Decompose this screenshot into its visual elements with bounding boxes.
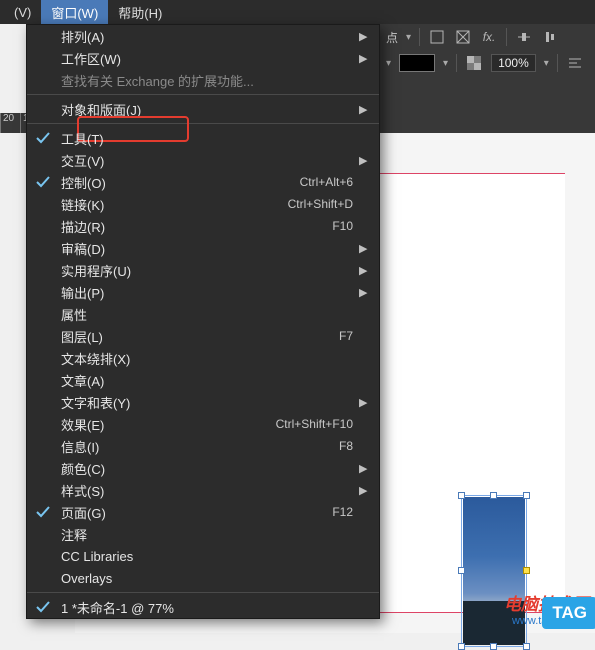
menu-label: Overlays <box>61 571 359 586</box>
menu-item[interactable]: 工作区(W)▶ <box>27 47 379 69</box>
menu-shortcut: F7 <box>339 329 353 343</box>
window-menu-dropdown: 排列(A)▶工作区(W)▶查找有关 Exchange 的扩展功能...对象和版面… <box>26 24 380 619</box>
options-bar: 点 ▾ fx. ▾ ▾ 100% ▾ <box>380 24 595 114</box>
menu-label: 信息(I) <box>61 437 339 456</box>
menu-label: 文字和表(Y) <box>61 393 359 412</box>
submenu-arrow-icon: ▶ <box>359 484 367 497</box>
menu-shortcut: F10 <box>332 219 353 233</box>
menu-label: 查找有关 Exchange 的扩展功能... <box>61 71 359 90</box>
submenu-arrow-icon: ▶ <box>359 242 367 255</box>
menu-separator <box>27 592 379 593</box>
chevron-down-icon[interactable]: ▾ <box>386 58 391 69</box>
menu-shortcut: Ctrl+Shift+D <box>288 197 353 211</box>
menu-separator <box>27 94 379 95</box>
h-distribute-icon[interactable] <box>515 28 533 46</box>
menu-shortcut: Ctrl+Alt+6 <box>300 175 353 189</box>
menu-help[interactable]: 帮助(H) <box>108 0 172 25</box>
menu-item[interactable]: 控制(O)Ctrl+Alt+6 <box>27 171 379 193</box>
menu-item[interactable]: 链接(K)Ctrl+Shift+D <box>27 193 379 215</box>
menu-item[interactable]: 样式(S)▶ <box>27 479 379 501</box>
menu-separator <box>27 123 379 124</box>
submenu-arrow-icon: ▶ <box>359 103 367 116</box>
menu-label: 实用程序(U) <box>61 261 359 280</box>
menu-label: 页面(G) <box>61 503 332 522</box>
menu-label: 交互(V) <box>61 151 359 170</box>
frame-tool-icon[interactable] <box>454 28 472 46</box>
menu-item[interactable]: 文字和表(Y)▶ <box>27 391 379 413</box>
chevron-down-icon[interactable]: ▾ <box>406 32 411 43</box>
menu-item[interactable]: 图层(L)F7 <box>27 325 379 347</box>
submenu-arrow-icon: ▶ <box>359 286 367 299</box>
menu-item[interactable]: 输出(P)▶ <box>27 281 379 303</box>
menu-item[interactable]: 1 *未命名-1 @ 77% <box>27 596 379 618</box>
submenu-arrow-icon: ▶ <box>359 396 367 409</box>
menu-label: 控制(O) <box>61 173 300 192</box>
check-icon <box>35 174 51 190</box>
rect-tool-icon[interactable] <box>428 28 446 46</box>
menu-label: 对象和版面(J) <box>61 100 359 119</box>
chevron-down-icon[interactable]: ▾ <box>443 58 448 69</box>
menu-label: 文章(A) <box>61 371 359 390</box>
menu-label: 排列(A) <box>61 27 359 46</box>
watermark-tag: TAG <box>542 597 595 629</box>
check-icon <box>35 130 51 146</box>
submenu-arrow-icon: ▶ <box>359 52 367 65</box>
menu-item[interactable]: 交互(V)▶ <box>27 149 379 171</box>
menu-label: 链接(K) <box>61 195 288 214</box>
menu-label: 描边(R) <box>61 217 332 236</box>
fx-icon[interactable]: fx. <box>480 28 498 46</box>
align-icon[interactable] <box>541 28 559 46</box>
menu-item[interactable]: 对象和版面(J)▶ <box>27 98 379 120</box>
check-icon <box>35 599 51 615</box>
chevron-down-icon[interactable]: ▾ <box>544 58 549 69</box>
main-menubar: (V) 窗口(W) 帮助(H) <box>0 0 595 24</box>
menu-item[interactable]: 属性 <box>27 303 379 325</box>
menu-item[interactable]: 描边(R)F10 <box>27 215 379 237</box>
menu-shortcut: Ctrl+Shift+F10 <box>276 417 353 431</box>
menu-label: 注释 <box>61 525 359 544</box>
menu-item[interactable]: 信息(I)F8 <box>27 435 379 457</box>
opacity-grid-icon[interactable] <box>465 54 483 72</box>
menu-item[interactable]: 文章(A) <box>27 369 379 391</box>
submenu-arrow-icon: ▶ <box>359 30 367 43</box>
submenu-arrow-icon: ▶ <box>359 264 367 277</box>
menu-label: 1 *未命名-1 @ 77% <box>61 598 359 617</box>
menu-label: 属性 <box>61 305 359 324</box>
unit-label: 点 <box>386 29 398 46</box>
fill-color-well[interactable] <box>399 54 435 72</box>
menu-label: 样式(S) <box>61 481 359 500</box>
menu-label: CC Libraries <box>61 549 359 564</box>
menu-label: 文本绕排(X) <box>61 349 359 368</box>
menu-label: 输出(P) <box>61 283 359 302</box>
menu-shortcut: F8 <box>339 439 353 453</box>
menu-window[interactable]: 窗口(W) <box>41 0 108 25</box>
check-icon <box>35 504 51 520</box>
menu-item[interactable]: 页面(G)F12 <box>27 501 379 523</box>
menu-item[interactable]: 效果(E)Ctrl+Shift+F10 <box>27 413 379 435</box>
menu-item[interactable]: 实用程序(U)▶ <box>27 259 379 281</box>
submenu-arrow-icon: ▶ <box>359 154 367 167</box>
text-align-icon[interactable] <box>566 54 584 72</box>
menu-label: 颜色(C) <box>61 459 359 478</box>
menu-item[interactable]: CC Libraries <box>27 545 379 567</box>
menu-label: 工具(T) <box>61 129 359 148</box>
menu-item[interactable]: 工具(T) <box>27 127 379 149</box>
menu-item: 查找有关 Exchange 的扩展功能... <box>27 69 379 91</box>
menu-label: 审稿(D) <box>61 239 359 258</box>
menu-item[interactable]: 颜色(C)▶ <box>27 457 379 479</box>
menu-item[interactable]: 排列(A)▶ <box>27 25 379 47</box>
zoom-value[interactable]: 100% <box>491 54 536 72</box>
menu-shortcut: F12 <box>332 505 353 519</box>
menu-item[interactable]: 审稿(D)▶ <box>27 237 379 259</box>
menu-label: 图层(L) <box>61 327 339 346</box>
menu-item[interactable]: 注释 <box>27 523 379 545</box>
submenu-arrow-icon: ▶ <box>359 462 367 475</box>
menu-label: 工作区(W) <box>61 49 359 68</box>
menu-item[interactable]: Overlays <box>27 567 379 589</box>
menu-v[interactable]: (V) <box>4 2 41 23</box>
ruler-tick: 20 <box>0 113 20 133</box>
menu-item[interactable]: 文本绕排(X) <box>27 347 379 369</box>
menu-label: 效果(E) <box>61 415 276 434</box>
